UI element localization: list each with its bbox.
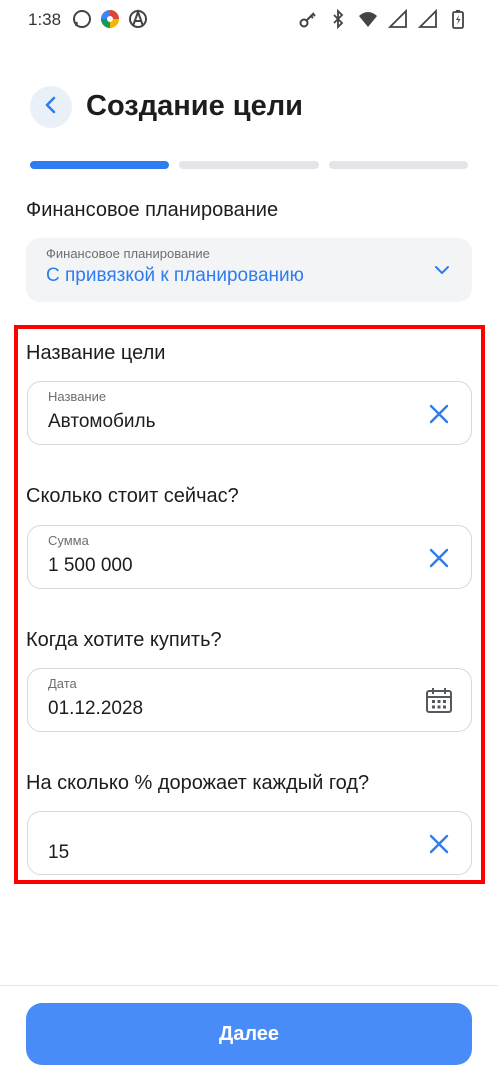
next-button[interactable]: Далее [26,1003,472,1065]
goal-name-title: Название цели [26,342,166,364]
status-time: 1:38 [28,10,62,29]
signal-icon [418,9,438,29]
status-left-icons [72,9,148,29]
goal-date-value[interactable]: 01.12.2028 [48,698,143,720]
chevron-down-icon [434,262,450,283]
goal-date-title: Когда хотите купить? [26,629,222,651]
goal-name-label: Название [48,389,107,404]
goal-cost-label: Сумма [48,533,89,548]
goal-cost-title: Сколько стоит сейчас? [26,485,239,507]
goal-date-field[interactable]: Дата 01.12.2028 [27,668,472,732]
goal-growth-field[interactable]: 15 [27,811,472,875]
goal-growth-value[interactable]: 15 [48,842,69,864]
step-progress [30,161,468,169]
goal-date-label: Дата [48,676,77,691]
clear-icon[interactable] [427,402,451,426]
page-title: Создание цели [86,90,303,122]
anarchy-icon [128,9,148,29]
planning-section-label: Финансовое планирование [26,199,279,221]
calendar-icon[interactable] [425,686,453,714]
goal-name-field[interactable]: Название Автомобиль [27,381,472,445]
progress-step-2 [179,161,319,169]
planning-select-label: Финансовое планирование [46,246,210,261]
planning-select[interactable]: Финансовое планирование С привязкой к пл… [26,238,472,302]
chevron-left-icon [42,96,60,119]
key-icon [298,9,318,29]
goal-cost-value[interactable]: 1 500 000 [48,555,133,577]
goal-name-value[interactable]: Автомобиль [48,411,156,433]
progress-step-1 [30,161,170,169]
back-button[interactable] [30,86,72,128]
wifi-icon [358,9,378,29]
battery-charging-icon [448,9,468,29]
status-right-icons [298,9,468,29]
clear-icon[interactable] [427,832,451,856]
goal-cost-field[interactable]: Сумма 1 500 000 [27,525,472,589]
progress-step-3 [328,161,468,169]
goal-growth-title: На сколько % дорожает каждый год? [26,772,370,794]
planning-select-value: С привязкой к планированию [46,265,304,286]
whatsapp-icon [72,9,92,29]
photos-icon [100,9,120,29]
footer-divider [0,985,498,986]
status-bar: 1:38 [0,0,498,40]
signal-icon [388,9,408,29]
clear-icon[interactable] [427,546,451,570]
bluetooth-icon [328,9,348,29]
